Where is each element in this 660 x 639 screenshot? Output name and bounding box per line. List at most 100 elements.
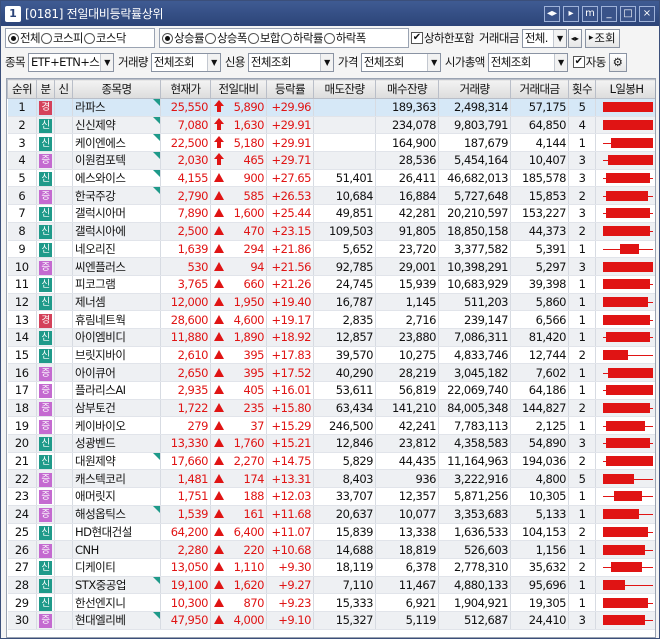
sort-radio-rise-rate[interactable]: 상승률 [162,30,205,46]
col-header-name[interactable]: 종목명 [72,79,161,99]
table-row[interactable]: 5 신 에스와이스 4,155 900 +27.65 51,401 26,411 46,682,… [7,169,655,188]
table-row[interactable]: 8 신 갤럭시아에 2,500 470 +23.15 109,503 91,805 18,850… [7,222,655,241]
stock-name-cell[interactable]: 대원제약 [72,452,161,471]
stock-name-cell[interactable]: 케이바이오 [72,416,161,436]
stock-name-cell[interactable]: 피코그램 [72,275,161,294]
stock-name-cell[interactable]: CNH [72,540,161,559]
stock-name-cell[interactable]: 아이엠비디 [72,328,161,347]
market-radio-kospi[interactable]: 코스피 [40,30,84,46]
table-row[interactable]: 10 증 씨엔플러스 530 94 +21.56 92,785 29,001 10,398,29… [7,257,655,276]
table-row[interactable]: 15 신 브릿지바이 2,610 395 +17.83 39,570 10,275 4,833,… [7,346,655,365]
col-header-rank[interactable]: 순위 [7,79,37,99]
table-row[interactable]: 29 신 한선엔지니 10,300 870 +9.23 15,333 6,921 1,904,9… [7,593,655,612]
col-header-buy-qty[interactable]: 매수잔량 [375,79,439,99]
table-row[interactable]: 20 신 성광벤드 13,330 1,760 +15.21 12,846 23,812 4,35… [7,434,655,453]
col-header-division[interactable]: 분 [36,79,55,99]
stock-name-cell[interactable]: 아이큐어 [72,363,161,382]
stock-name-cell[interactable]: 라파스 [72,98,161,117]
link-icon[interactable]: ◂▸ [544,5,560,22]
stock-name-cell[interactable]: 한선엔지니 [72,593,161,612]
table-row[interactable]: 21 신 대원제약 17,660 2,270 +14.75 5,829 44,435 11,16… [7,452,655,471]
col-header-credit[interactable]: 신 [54,79,73,99]
stock-name-cell[interactable]: 한국주강 [72,186,161,206]
stock-name-cell[interactable]: 휴림네트웍 [72,310,161,329]
limit-include-checkbox[interactable]: ✔ [411,32,423,44]
col-header-price[interactable]: 현재가 [160,79,211,99]
rate-cell: +16.01 [266,381,314,400]
table-row[interactable]: 9 신 네오리진 1,639 294 +21.86 5,652 23,720 3,377,582… [7,240,655,259]
stock-name-cell[interactable]: 케이엔에스 [72,133,161,153]
credit-select[interactable]: 전체조회 ▼ [247,52,334,72]
table-row[interactable]: 19 증 케이바이오 279 37 +15.29 246,500 42,241 7,783,11… [7,416,655,436]
stock-name-cell[interactable]: 갤럭시아머 [72,204,161,223]
sort-radio-rise-amount[interactable]: 상승폭 [204,30,248,46]
table-row[interactable]: 3 신 케이엔에스 22,500 5,180 +29.91 164,900 187,679 4,… [7,133,655,153]
table-row[interactable]: 14 신 아이엠비디 11,880 1,890 +18.92 12,857 23,880 7,0… [7,328,655,347]
table-row[interactable]: 17 증 플라리스AI 2,935 405 +16.01 53,611 56,819 22,06… [7,381,655,400]
stock-name-cell[interactable]: 브릿지바이 [72,346,161,365]
next-icon[interactable]: ▸ [563,5,579,22]
table-row[interactable]: 22 증 캐스텍코리 1,481 174 +13.31 8,403 936 3,222,916 4… [7,469,655,489]
stock-name-cell[interactable]: 성광벤드 [72,434,161,453]
stock-name-cell[interactable]: 신신제약 [72,116,161,135]
table-row[interactable]: 11 신 피코그램 3,765 660 +21.26 24,745 15,939 10,683,… [7,275,655,294]
maximize-icon[interactable]: □ [620,5,636,22]
stock-name-cell[interactable]: 해성옵틱스 [72,505,161,524]
table-row[interactable]: 2 신 신신제약 7,080 1,630 +29.91 234,078 9,803,791 64… [7,116,655,135]
table-row[interactable]: 13 경 휴림네트웍 28,600 4,600 +19.17 2,835 2,716 239,1… [7,310,655,329]
item-select[interactable]: ETF+ETN+스 ▼ [27,52,114,72]
stock-name-cell[interactable]: HD현대건설 [72,523,161,542]
table-row[interactable]: 25 신 HD현대건설 64,200 6,400 +11.07 15,839 13,338 1,… [7,523,655,542]
menu-icon[interactable]: m [582,5,598,22]
stock-name-cell[interactable]: 플라리스AI [72,381,161,400]
market-radio-kosdaq[interactable]: 코스닥 [83,30,126,46]
minimize-icon[interactable]: _ [601,5,617,22]
stock-name-cell[interactable]: STX중공업 [72,576,161,595]
title-bar[interactable]: 1 [0181] 전일대비등락률상위 ◂▸ ▸ m _ □ × [1,1,659,26]
table-row[interactable]: 1 경 라파스 25,550 5,890 +29.96 189,363 2,498,314 57… [7,98,655,117]
stock-name-cell[interactable]: 현대엘리베 [72,611,161,630]
stock-name-cell[interactable]: 네오리진 [72,240,161,259]
close-icon[interactable]: × [639,5,655,22]
table-row[interactable]: 23 증 애머릿지 1,751 188 +12.03 33,707 12,357 5,871,2… [7,487,655,506]
table-row[interactable]: 27 신 디케이티 13,050 1,110 +9.30 18,119 6,378 2,778,… [7,558,655,577]
amount-select[interactable]: 전체. ▼ [521,28,567,48]
settings-gear-icon[interactable]: ⚙ [608,52,627,72]
table-row[interactable]: 6 증 한국주강 2,790 585 +26.53 10,684 16,884 5,727,64… [7,186,655,206]
price-select[interactable]: 전체조회 ▼ [360,52,441,72]
sort-radio-fall-amount[interactable]: 하락폭 [323,30,366,46]
table-row[interactable]: 26 증 CNH 2,280 220 +10.68 14,688 18,819 526,603 1… [7,540,655,559]
table-row[interactable]: 16 증 아이큐어 2,650 395 +17.52 40,290 28,219 3,045,1… [7,363,655,382]
col-header-count[interactable]: 횟수 [568,79,596,99]
table-row[interactable]: 30 증 현대엘리베 47,950 4,000 +9.10 15,327 5,119 512,6… [7,611,655,630]
col-header-diff[interactable]: 전일대비 [210,79,267,99]
col-header-amount[interactable]: 거래대금 [510,79,569,99]
table-row[interactable]: 12 신 제너셈 12,000 1,950 +19.40 16,787 1,145 511,20… [7,293,655,312]
stock-name-cell[interactable]: 에스와이스 [72,169,161,188]
stock-name-cell[interactable]: 삼부토건 [72,399,161,418]
sort-radio-flat[interactable]: 보합 [247,30,280,46]
stock-name-cell[interactable]: 갤럭시아에 [72,222,161,241]
table-row[interactable]: 24 증 해성옵틱스 1,539 161 +11.68 20,637 10,077 3,353,… [7,505,655,524]
sort-radio-fall-rate[interactable]: 하락률 [280,30,323,46]
col-header-volume[interactable]: 거래량 [438,79,511,99]
stock-name-cell[interactable]: 애머릿지 [72,487,161,506]
table-row[interactable]: 4 증 이원컴포텍 2,030 465 +29.71 28,536 5,454,164 10,4… [7,151,655,170]
amount-arrow-button[interactable]: ◂▸ [567,28,582,48]
stock-name-cell[interactable]: 씨엔플러스 [72,257,161,276]
stock-name-cell[interactable]: 이원컴포텍 [72,151,161,170]
market-radio-all[interactable]: 전체 [8,30,41,46]
table-row[interactable]: 18 증 삼부토건 1,722 235 +15.80 63,434 141,210 84,005… [7,399,655,418]
col-header-candle[interactable]: L일봉H [595,79,655,99]
table-row[interactable]: 7 신 갤럭시아머 7,890 1,600 +25.44 49,851 42,281 20,21… [7,204,655,223]
volume-select[interactable]: 전체조회 ▼ [150,52,221,72]
market-cap-select[interactable]: 전체조회 ▼ [487,52,568,72]
stock-name-cell[interactable]: 제너셈 [72,293,161,312]
col-header-sell-qty[interactable]: 매도잔량 [313,79,376,99]
query-button[interactable]: ▸ 조회 [584,28,620,48]
table-row[interactable]: 28 신 STX중공업 19,100 1,620 +9.27 7,110 11,467 4,88… [7,576,655,595]
col-header-rate[interactable]: 등락률 [266,79,314,99]
stock-name-cell[interactable]: 디케이티 [72,558,161,577]
stock-name-cell[interactable]: 캐스텍코리 [72,469,161,489]
auto-checkbox[interactable]: ✔ [572,56,585,68]
